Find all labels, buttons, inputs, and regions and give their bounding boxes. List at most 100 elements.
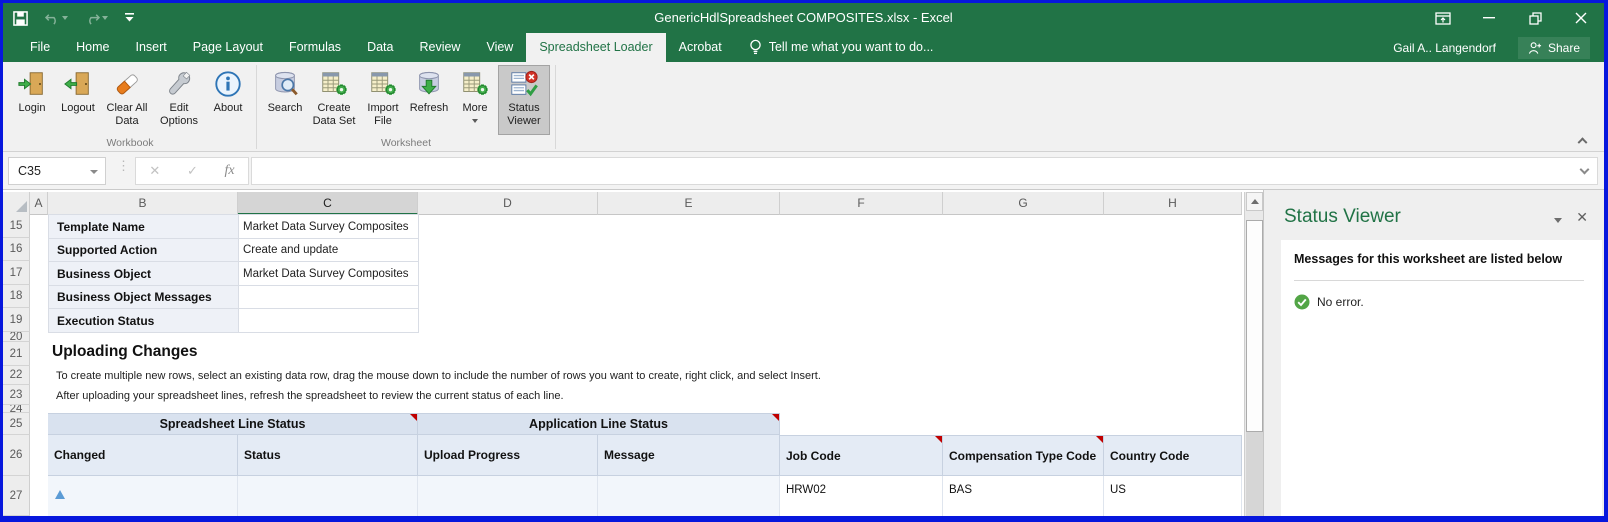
- undo-icon[interactable]: [45, 12, 68, 25]
- info-value-business-object-messages[interactable]: [239, 286, 419, 309]
- header-status[interactable]: Status: [238, 435, 418, 476]
- insert-function-icon[interactable]: fx: [225, 163, 235, 179]
- restore-button[interactable]: [1512, 3, 1558, 33]
- customize-qat-icon[interactable]: [125, 13, 134, 23]
- name-box[interactable]: [8, 157, 106, 185]
- tell-me-box[interactable]: Tell me what you want to do...: [749, 33, 933, 62]
- row-header-19[interactable]: 19: [3, 308, 30, 332]
- formula-input-box[interactable]: [251, 157, 1598, 185]
- cell-upload-progress[interactable]: [418, 476, 598, 516]
- row-header-22[interactable]: 22: [3, 366, 30, 385]
- scroll-up-arrow-icon: [1250, 199, 1259, 204]
- header-country-code[interactable]: Country Code: [1104, 435, 1242, 476]
- row-header-15[interactable]: 15: [3, 214, 30, 238]
- redo-icon[interactable]: [85, 12, 108, 25]
- scrollbar-thumb[interactable]: [1246, 220, 1263, 432]
- row-header-24[interactable]: 24: [3, 405, 30, 413]
- select-all-corner[interactable]: [3, 192, 30, 215]
- more-button[interactable]: More: [452, 65, 498, 135]
- info-label-business-object-messages[interactable]: Business Object Messages: [49, 286, 239, 309]
- row-header-18[interactable]: 18: [3, 285, 30, 308]
- header-job-code[interactable]: Job Code: [780, 435, 943, 476]
- column-header-f[interactable]: F: [780, 192, 943, 215]
- save-icon[interactable]: [13, 10, 28, 26]
- cell-message[interactable]: [598, 476, 780, 516]
- info-value-business-object[interactable]: Market Data Survey Composites: [239, 262, 419, 286]
- row-header-25[interactable]: 25: [3, 413, 30, 435]
- row-header-20[interactable]: 20: [3, 332, 30, 342]
- close-button[interactable]: [1558, 3, 1604, 33]
- cell-job-code[interactable]: HRW02: [780, 476, 943, 516]
- clear-all-data-button[interactable]: Clear All Data: [101, 65, 153, 135]
- row-header-26[interactable]: 26: [3, 435, 30, 476]
- column-header-g[interactable]: G: [943, 192, 1104, 215]
- row-header-17[interactable]: 17: [3, 261, 30, 285]
- row-header-23[interactable]: 23: [3, 385, 30, 405]
- info-label-execution-status[interactable]: Execution Status: [49, 309, 239, 333]
- tab-page-layout[interactable]: Page Layout: [180, 33, 276, 62]
- group-header-application-line-status[interactable]: Application Line Status: [418, 413, 780, 435]
- tab-file[interactable]: File: [17, 33, 63, 62]
- edit-options-button[interactable]: Edit Options: [153, 65, 205, 135]
- name-box-input[interactable]: [9, 158, 87, 184]
- create-data-set-button[interactable]: Create Data Set: [308, 65, 360, 135]
- cell-country-code[interactable]: US: [1104, 476, 1242, 516]
- import-file-button[interactable]: Import File: [360, 65, 406, 135]
- info-value-supported-action[interactable]: Create and update: [239, 239, 419, 262]
- refresh-button[interactable]: Refresh: [406, 65, 452, 135]
- minimize-button[interactable]: [1466, 3, 1512, 33]
- scroll-up-button[interactable]: [1246, 192, 1263, 211]
- tab-formulas[interactable]: Formulas: [276, 33, 354, 62]
- status-viewer-button[interactable]: Status Viewer: [498, 65, 550, 135]
- info-value-template-name[interactable]: Market Data Survey Composites: [239, 215, 419, 239]
- info-label-template-name[interactable]: Template Name: [49, 215, 239, 239]
- search-button[interactable]: Search: [262, 65, 308, 135]
- tab-home[interactable]: Home: [63, 33, 122, 62]
- info-label-supported-action[interactable]: Supported Action: [49, 239, 239, 262]
- ribbon-tab-row: File Home Insert Page Layout Formulas Da…: [3, 33, 1604, 62]
- name-box-dropdown-icon[interactable]: [90, 170, 98, 174]
- column-header-c[interactable]: C: [238, 192, 418, 215]
- tab-view[interactable]: View: [473, 33, 526, 62]
- header-compensation-type-code[interactable]: Compensation Type Code: [943, 435, 1104, 476]
- ribbon-display-options-button[interactable]: [1420, 3, 1466, 33]
- cell-status[interactable]: [238, 476, 418, 516]
- tab-insert[interactable]: Insert: [123, 33, 180, 62]
- column-header-h[interactable]: H: [1104, 192, 1242, 215]
- info-label-business-object[interactable]: Business Object: [49, 262, 239, 286]
- cell-changed[interactable]: [48, 476, 238, 516]
- column-header-d[interactable]: D: [418, 192, 598, 215]
- header-changed[interactable]: Changed: [48, 435, 238, 476]
- table-row: Business Object Messages: [49, 286, 419, 309]
- info-value-execution-status[interactable]: [239, 309, 419, 333]
- logout-button[interactable]: Logout: [55, 65, 101, 135]
- column-header-b[interactable]: B: [48, 192, 238, 215]
- tab-data[interactable]: Data: [354, 33, 406, 62]
- vertical-scrollbar[interactable]: [1244, 192, 1263, 516]
- row-header-16[interactable]: 16: [3, 238, 30, 261]
- collapse-ribbon-button[interactable]: [1577, 136, 1588, 148]
- panel-menu-dropdown-icon[interactable]: [1554, 218, 1562, 223]
- row-header-27[interactable]: 27: [3, 476, 30, 516]
- login-button[interactable]: Login: [9, 65, 55, 135]
- panel-close-icon[interactable]: ✕: [1576, 209, 1588, 226]
- column-header-a[interactable]: A: [30, 192, 48, 215]
- column-header-e[interactable]: E: [598, 192, 780, 215]
- header-upload-progress[interactable]: Upload Progress: [418, 435, 598, 476]
- confirm-entry-icon[interactable]: ✓: [187, 163, 198, 179]
- tab-acrobat[interactable]: Acrobat: [666, 33, 735, 62]
- scrollbar-track[interactable]: [1246, 432, 1263, 516]
- formula-input[interactable]: [252, 158, 1567, 184]
- cell-compensation-type-code[interactable]: BAS: [943, 476, 1104, 516]
- row-header-21[interactable]: 21: [3, 342, 30, 366]
- group-header-spreadsheet-line-status[interactable]: Spreadsheet Line Status: [48, 413, 418, 435]
- tab-spreadsheet-loader[interactable]: Spreadsheet Loader: [526, 33, 666, 62]
- share-button[interactable]: Share: [1517, 36, 1590, 59]
- expand-formula-bar-icon[interactable]: [1579, 164, 1590, 175]
- success-check-icon: [1294, 294, 1310, 310]
- cancel-entry-icon[interactable]: ✕: [149, 163, 160, 179]
- about-button[interactable]: About: [205, 65, 251, 135]
- header-message[interactable]: Message: [598, 435, 780, 476]
- tab-review[interactable]: Review: [406, 33, 473, 62]
- user-name[interactable]: Gail A.. Langendorf: [1393, 41, 1496, 55]
